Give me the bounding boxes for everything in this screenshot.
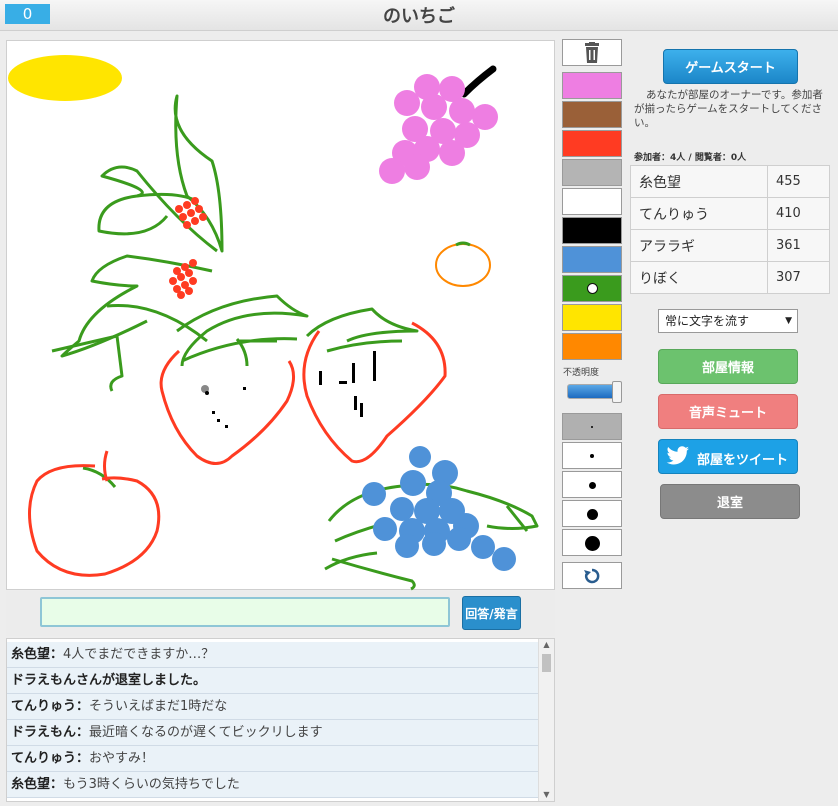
chat-separator: ： [76,725,90,740]
clear-canvas-button[interactable] [562,39,622,66]
chat-message: ドラえもん：最近暗くなるのが遅くてビックリします [7,720,539,746]
undo-button[interactable] [562,562,622,589]
brush-size-dot [588,481,596,489]
pink-grapes [379,74,498,184]
player-score: 410 [767,197,830,230]
chat-message: 糸色望：もう3時くらいの気持ちでした [7,772,539,798]
color-swatch[interactable] [562,130,622,157]
text-scroll-select[interactable]: 常に文字を流す ▼ [658,309,798,333]
chat-separator: ： [50,647,64,662]
blue-grapes [362,446,516,571]
opacity-slider[interactable] [567,381,623,403]
chat-author: ドラえもん [11,725,77,740]
answer-row: 回答/発言 [6,591,555,636]
color-swatch[interactable] [562,188,622,215]
chat-text: そういえばまだ1時だな [89,699,228,714]
color-swatch[interactable] [562,333,622,360]
player-name: 糸色望 [630,165,768,198]
color-swatch[interactable] [562,246,622,273]
brush-size-option[interactable] [562,500,622,527]
player-score: 307 [767,261,830,294]
score-table: 糸色望 455 てんりゅう 410 アララギ 361 りぼく 307 [630,165,830,294]
chat-text: おやすみ！ [89,751,155,766]
twitter-bird-icon [666,446,689,465]
player-score: 361 [767,229,830,262]
audio-mute-button[interactable]: 音声ミュート [658,394,798,429]
brush-size-dot [590,454,594,458]
answer-submit-button[interactable]: 回答/発言 [462,596,521,630]
color-swatch[interactable] [562,217,622,244]
text-scroll-select-value: 常に文字を流す [665,314,750,328]
tweet-room-button[interactable]: 部屋をツイート [658,439,798,474]
game-start-button[interactable]: ゲームスタート [663,49,798,84]
player-name: アララギ [630,229,768,262]
chat-text: もう3時くらいの気持ちでした [63,777,240,792]
yellow-blob [8,55,122,101]
tweet-room-label: 部屋をツイート [697,453,789,468]
chat-author: 糸色望 [11,777,51,792]
chat-scrollbar[interactable]: ▲ ▼ [538,639,554,801]
chat-system-text: ドラえもんさんが退室しました。 [11,673,207,688]
chat-separator: ： [50,777,64,792]
brush-size-option[interactable] [562,471,622,498]
chevron-down-icon: ▼ [785,316,792,326]
color-swatch[interactable] [562,72,622,99]
opacity-track[interactable] [567,384,617,399]
answer-input[interactable] [40,597,450,627]
opacity-label: 不透明度 [563,368,600,378]
chat-text: 4人でまだできますか…？ [63,647,215,662]
chat-log: 糸色望：4人でまだできますか…？ ドラえもんさんが退室しました。 てんりゅう：そ… [6,638,555,802]
brush-size-dot [586,508,598,520]
undo-icon [584,568,600,584]
score-row: りぼく 307 [630,261,830,294]
drawing-canvas[interactable] [6,40,555,591]
chat-author: 糸色望 [11,647,51,662]
page-title: のいちご [383,6,455,27]
chat-message: 糸色望：4人でまだできますか…？ [7,642,539,668]
chat-message: てんりゅう：そういえばまだ1時だな [7,694,539,720]
scroll-down-arrow-icon[interactable]: ▼ [539,789,554,801]
scroll-up-arrow-icon[interactable]: ▲ [539,639,554,651]
chat-message: てんりゅう：おやすみ！ [7,746,539,772]
score-row: てんりゅう 410 [630,197,830,230]
score-row: アララギ 361 [630,229,830,262]
drawing-strokes [8,55,539,591]
chat-text: 最近暗くなるのが遅くてビックリします [89,725,323,740]
orange-fruit [435,243,491,287]
chat-author: てんりゅう [11,699,77,714]
brush-size-dot [591,426,593,428]
opacity-handle[interactable] [612,381,622,403]
score-row: 糸色望 455 [630,165,830,198]
color-swatch[interactable] [562,275,622,302]
chat-system-message: ドラえもんさんが退室しました。 [7,668,539,694]
leave-room-button[interactable]: 退室 [660,484,800,519]
selected-color-indicator [587,283,598,294]
chat-separator: ： [76,699,90,714]
chat-separator: ： [76,751,90,766]
brush-size-option[interactable] [562,442,622,469]
header-bar: 0 のいちご [0,0,838,31]
grape-stem [460,65,497,98]
owner-note: あなたが部屋のオーナーです。参加者が揃ったらゲームをスタートしてください。 [634,89,823,129]
brush-size-dot [584,535,600,551]
player-score: 455 [767,165,830,198]
color-swatch[interactable] [562,304,622,331]
color-swatch[interactable] [562,101,622,128]
chat-author: てんりゅう [11,751,77,766]
brush-size-option[interactable] [562,529,622,556]
player-name: てんりゅう [630,197,768,230]
player-name: りぼく [630,261,768,294]
participant-count: 参加者：4人 / 閲覧者：0人 [634,153,747,163]
scroll-thumb[interactable] [542,654,551,672]
brush-size-option[interactable] [562,413,622,440]
color-swatch[interactable] [562,159,622,186]
room-info-button[interactable]: 部屋情報 [658,349,798,384]
trash-icon [585,42,599,63]
